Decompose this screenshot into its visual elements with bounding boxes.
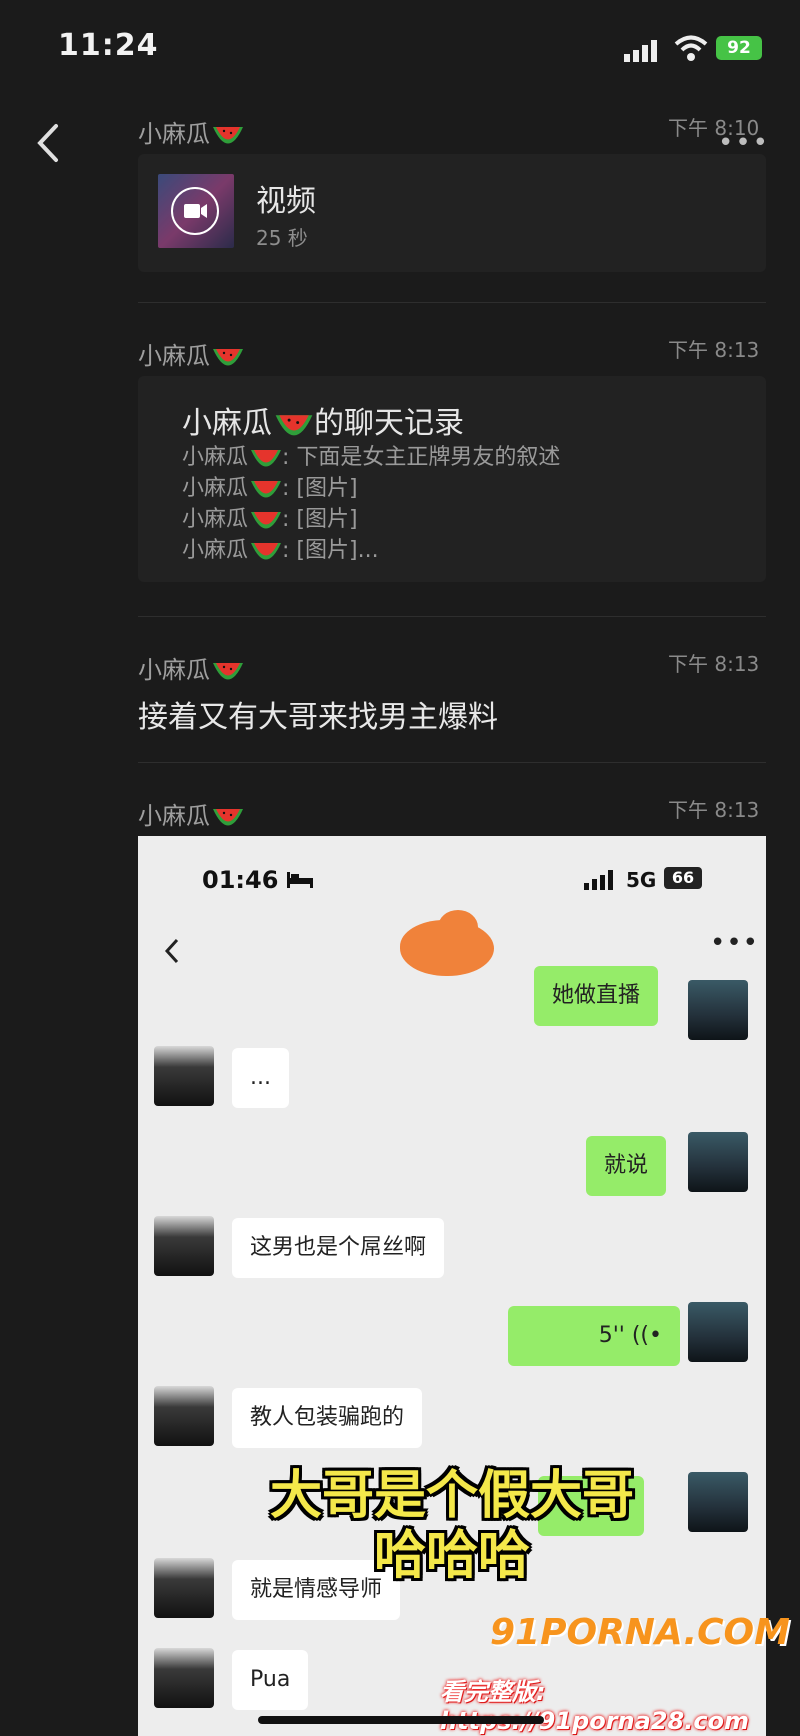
watermelon-icon bbox=[275, 414, 313, 435]
watermelon-icon bbox=[251, 512, 282, 529]
network-label: 5G bbox=[626, 868, 657, 892]
status-time: 11:24 bbox=[58, 28, 159, 63]
watermelon-icon bbox=[213, 809, 243, 826]
avatar bbox=[688, 1302, 748, 1362]
watermelon-icon bbox=[251, 481, 282, 498]
divider bbox=[138, 762, 766, 763]
chat-record-line: 小麻瓜: [图片] bbox=[182, 507, 358, 532]
redaction-blob bbox=[438, 910, 478, 944]
watermark-brand: 91PORNA.COM bbox=[490, 1612, 790, 1653]
watermark-url: 看完整版: https://91porna28.com bbox=[440, 1678, 750, 1735]
avatar bbox=[154, 1216, 214, 1276]
video-thumbnail bbox=[158, 174, 234, 248]
watermelon-icon bbox=[213, 349, 243, 366]
chat-bubble-sent: 她做直播 bbox=[534, 966, 659, 1026]
overlay-caption: 哈哈哈 bbox=[373, 1526, 530, 1586]
home-indicator bbox=[258, 1716, 544, 1724]
chat-bubble-sent: 就说 bbox=[586, 1136, 667, 1196]
play-icon bbox=[171, 187, 219, 235]
embedded-screenshot[interactable]: 01:46 5G 66 ••• 她做直播 ... 就说 这男也是个屌丝啊 5''… bbox=[138, 836, 766, 1736]
bed-icon bbox=[286, 872, 313, 888]
chat-bubble-voice: 5'' ((• bbox=[508, 1306, 680, 1366]
screenshot-time: 01:46 bbox=[202, 866, 313, 894]
wifi-icon bbox=[674, 35, 708, 61]
message-text[interactable]: 接着又有大哥来找男主爆料 bbox=[138, 692, 498, 736]
signal-icon bbox=[624, 40, 657, 62]
message-time: 下午 8:10 bbox=[668, 116, 760, 140]
avatar bbox=[154, 1046, 214, 1106]
chat-record-line: 小麻瓜: 下面是女主正牌男友的叙述 bbox=[182, 445, 561, 470]
avatar bbox=[154, 1386, 214, 1446]
chat-record-title: 小麻瓜 的聊天记录 bbox=[182, 406, 464, 441]
battery-indicator: 66 bbox=[664, 867, 702, 889]
watermelon-icon bbox=[251, 543, 282, 560]
overlay-caption: 大哥是个假大哥 bbox=[269, 1466, 634, 1526]
message-sender: 小麻瓜 bbox=[138, 114, 244, 149]
avatar bbox=[688, 1132, 748, 1192]
message-time: 下午 8:13 bbox=[668, 338, 760, 362]
divider bbox=[138, 302, 766, 303]
video-card[interactable]: 视频 25 秒 bbox=[138, 154, 766, 272]
message-sender: 小麻瓜 bbox=[138, 796, 244, 831]
avatar bbox=[688, 980, 748, 1040]
message-time: 下午 8:13 bbox=[668, 798, 760, 822]
chat-record-line: 小麻瓜: [图片] bbox=[182, 476, 358, 501]
battery-indicator: 92 bbox=[716, 36, 762, 60]
avatar bbox=[154, 1648, 214, 1708]
video-title: 视频 bbox=[256, 184, 316, 219]
message-sender: 小麻瓜 bbox=[138, 336, 244, 371]
voice-wave-icon: ((• bbox=[631, 1323, 662, 1348]
video-duration: 25 秒 bbox=[256, 226, 308, 250]
signal-icon bbox=[584, 870, 613, 890]
back-chevron-icon[interactable] bbox=[30, 118, 70, 168]
back-chevron-icon bbox=[164, 938, 179, 964]
chat-bubble-received: 这男也是个屌丝啊 bbox=[232, 1218, 445, 1278]
chat-record-card[interactable]: 小麻瓜 的聊天记录 小麻瓜: 下面是女主正牌男友的叙述 小麻瓜: [图片] 小麻瓜… bbox=[138, 376, 766, 582]
chat-record-line: 小麻瓜: [图片]... bbox=[182, 538, 379, 563]
divider bbox=[138, 616, 766, 617]
message-sender: 小麻瓜 bbox=[138, 650, 244, 685]
chat-bubble-received: 教人包装骗跑的 bbox=[232, 1388, 423, 1448]
watermelon-icon bbox=[213, 127, 243, 144]
watermelon-icon bbox=[213, 663, 243, 680]
chat-bubble-received: Pua bbox=[232, 1650, 309, 1710]
more-options-icon: ••• bbox=[710, 928, 760, 958]
watermelon-icon bbox=[251, 450, 282, 467]
message-time: 下午 8:13 bbox=[668, 652, 760, 676]
chat-bubble-received: ... bbox=[232, 1048, 289, 1108]
